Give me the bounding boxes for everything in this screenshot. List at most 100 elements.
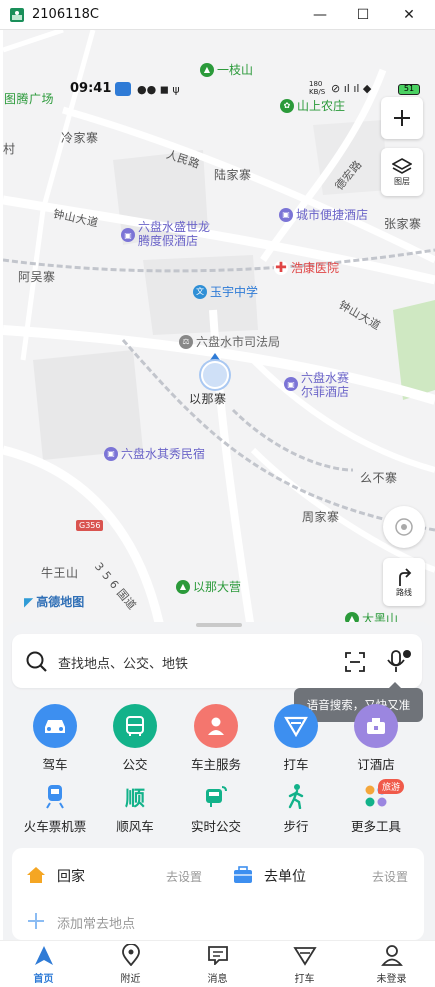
tab-home[interactable]: 首页 [0, 941, 87, 987]
poi-label: 六盘水盛世龙 [138, 220, 211, 234]
taxi-label: 打车 [283, 757, 309, 772]
poi-label: 玉宇中学 [210, 285, 259, 299]
map-label: 张家寨 [384, 217, 422, 231]
route-button[interactable]: 路线 [383, 558, 425, 606]
map-label: 图腾广场 [4, 92, 55, 106]
window-titlebar: 2106118C — ☐ ✕ [0, 0, 435, 30]
hotel-button[interactable]: 订酒店 [336, 704, 416, 773]
drive-button[interactable]: 驾车 [15, 704, 95, 773]
taxi-icon [293, 947, 317, 966]
poi-yuyu-school[interactable]: 文玉宇中学 [193, 283, 258, 300]
tab-label: 打车 [294, 974, 315, 985]
app-icon [10, 8, 24, 22]
map-label: 陆家寨 [214, 168, 252, 182]
poi-yinadaying[interactable]: ▲ 以那大营 [176, 578, 241, 595]
train-icon [41, 782, 69, 810]
map-label: 冷家寨 [61, 131, 99, 145]
poi-label: 一枝山 [217, 63, 254, 77]
work-set-link[interactable]: 去设置 [372, 868, 408, 885]
battery-icon: 51 [398, 84, 420, 95]
layers-label: 图层 [394, 176, 410, 186]
frequent-places-card: 回家 去设置 去单位 去设置 添加常去地点 [12, 848, 424, 940]
realtime-bus-label: 实时公交 [190, 819, 241, 834]
microphone-icon[interactable] [386, 649, 412, 675]
sheet-handle[interactable] [196, 623, 242, 627]
logo-text: 高德地图 [36, 595, 85, 609]
map-label: 牛王山 [41, 566, 79, 580]
train-ticket-label: 火车票机票 [23, 819, 87, 834]
map-view[interactable]: 09:41 ●● ◼ ψ 180 KB/S ⊘ ıl ıl ◆ 51 ▲ 一枝山 … [3, 30, 435, 642]
work-shortcut[interactable]: 去单位 去设置 [226, 856, 424, 894]
more-tools-button[interactable]: 旅游 更多工具 [336, 779, 416, 835]
poi-label: 六盘水其秀民宿 [121, 447, 206, 461]
locate-icon [395, 518, 413, 536]
walk-label: 步行 [283, 819, 309, 834]
tab-nearby[interactable]: 附近 [87, 941, 174, 987]
scan-icon[interactable] [345, 652, 365, 672]
add-place-row[interactable]: 添加常去地点 [12, 906, 424, 936]
travel-badge: 旅游 [378, 779, 405, 794]
hotel-icon [354, 704, 398, 748]
work-label: 去单位 [264, 869, 306, 885]
layers-icon [392, 157, 412, 174]
layers-button[interactable]: 图层 [381, 148, 423, 196]
map-label: 周家寨 [302, 510, 340, 524]
poi-label: 以那大营 [193, 580, 242, 594]
carpool-button[interactable]: 顺 顺风车 [95, 782, 175, 835]
more-tools-label: 更多工具 [350, 819, 401, 834]
tab-messages[interactable]: 消息 [174, 941, 261, 987]
my-location-marker [201, 353, 231, 389]
poi-city-hotel[interactable]: ▣ 城市便捷酒店 [279, 206, 368, 223]
highway-shield: G356 [76, 520, 104, 531]
poi-label: 山上农庄 [297, 99, 346, 113]
minimize-button[interactable]: — [300, 4, 340, 26]
tab-profile[interactable]: 未登录 [348, 941, 435, 987]
signal-icons: ⊘ ıl ıl ◆ [331, 82, 372, 95]
poi-label: 六盘水市司法局 [196, 335, 281, 349]
locate-button[interactable] [383, 506, 425, 548]
carpool-icon: 顺 [125, 785, 145, 810]
map-label: 村 [3, 142, 16, 156]
drive-label: 驾车 [42, 757, 68, 772]
person-icon [194, 704, 238, 748]
car-icon [33, 704, 77, 748]
location-pin-icon [122, 944, 140, 966]
bus-label: 公交 [122, 757, 148, 772]
close-button[interactable]: ✕ [389, 4, 429, 26]
poi-haokang-hospital[interactable]: ✚ 浩康医院 [274, 259, 339, 276]
bottom-tab-bar: 首页 附近 消息 打车 未登录 [0, 940, 435, 986]
poi-shengshilong[interactable]: ▣ 六盘水盛世龙 腾度假酒店 [121, 220, 210, 248]
location-arrow-icon [115, 82, 131, 96]
poi-shanshang[interactable]: ✿ 山上农庄 [280, 97, 345, 114]
search-bar[interactable]: 查找地点、公交、地铁 [12, 634, 422, 688]
tab-label: 消息 [207, 974, 228, 985]
tab-label: 首页 [33, 974, 54, 985]
poi-qixiu-homestay[interactable]: ▣ 六盘水其秀民宿 [104, 445, 205, 462]
taxi-button[interactable]: 打车 [256, 704, 336, 773]
owner-service-button[interactable]: 车主服务 [176, 704, 256, 773]
tab-label: 未登录 [376, 974, 407, 985]
train-ticket-button[interactable]: 火车票机票 [15, 782, 95, 835]
maximize-button[interactable]: ☐ [343, 4, 383, 26]
poi-justice-bureau[interactable]: ⚖ 六盘水市司法局 [179, 333, 280, 350]
map-label: 以那寨 [189, 392, 227, 406]
search-placeholder: 查找地点、公交、地铁 [58, 657, 189, 672]
poi-yizhishan[interactable]: ▲ 一枝山 [200, 61, 253, 78]
bus-icon [113, 704, 157, 748]
user-icon [381, 945, 403, 966]
bus-button[interactable]: 公交 [95, 704, 175, 773]
plus-icon [394, 110, 410, 126]
walk-icon [282, 782, 310, 810]
zoom-in-button[interactable] [381, 97, 423, 139]
tab-taxi[interactable]: 打车 [261, 941, 348, 987]
home-set-link[interactable]: 去设置 [166, 868, 202, 885]
home-label: 回家 [57, 869, 85, 885]
network-speed: 180 KB/S [309, 80, 326, 96]
walk-button[interactable]: 步行 [256, 782, 336, 835]
carpool-label: 顺风车 [116, 819, 154, 834]
poi-saierfei-hotel[interactable]: ▣ 六盘水赛 尔菲酒店 [284, 371, 349, 399]
realtime-bus-button[interactable]: 实时公交 [176, 782, 256, 835]
home-shortcut[interactable]: 回家 去设置 [12, 856, 218, 894]
realtime-bus-icon [202, 782, 230, 810]
home-icon [27, 867, 45, 883]
